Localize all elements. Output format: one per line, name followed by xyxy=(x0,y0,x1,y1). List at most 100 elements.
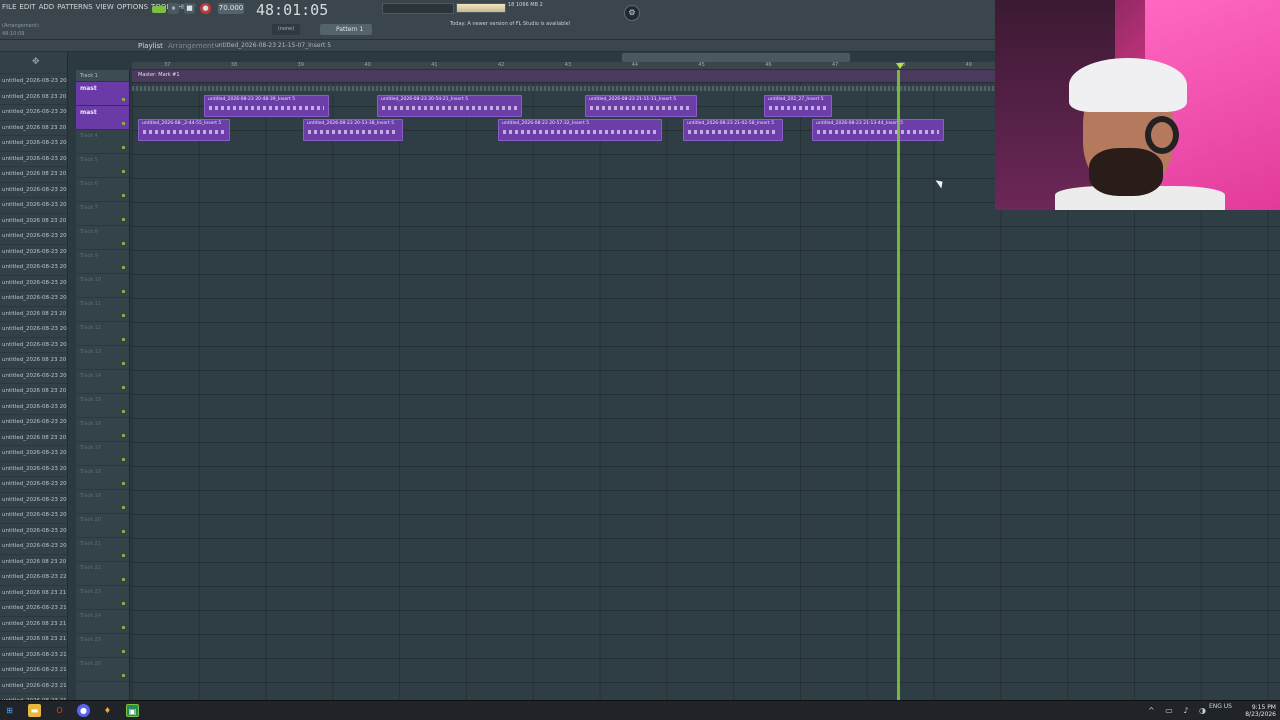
timeline-marker-strip[interactable]: Master: Mark #1 xyxy=(132,70,995,82)
browser-item[interactable]: untitled_2026 08 23 21 xyxy=(0,617,67,632)
track-mute-led[interactable] xyxy=(122,674,125,677)
track-header[interactable]: Track 17 xyxy=(76,442,129,466)
track-header[interactable]: Track 10 xyxy=(76,274,129,298)
song-mode-toggle[interactable] xyxy=(152,6,166,13)
playhead-marker[interactable] xyxy=(896,63,904,69)
track-header[interactable]: Track 7 xyxy=(76,202,129,226)
browser-item[interactable]: untitled_2026-08-23 20- xyxy=(0,229,67,245)
track-header[interactable]: Track 1 xyxy=(76,70,129,82)
browser-item[interactable]: untitled_2026 08 23 20 xyxy=(0,90,67,105)
browser-item[interactable]: untitled_2026-08-23 20- xyxy=(0,369,67,384)
track-mute-led[interactable] xyxy=(122,170,125,173)
browser-item[interactable]: untitled_2026-08-23 20- xyxy=(0,136,67,152)
play-button[interactable]: ⏸ xyxy=(168,3,179,14)
pattern-selector[interactable]: Pattern 1 xyxy=(320,24,372,35)
browser-item[interactable]: untitled_2026-08-23 20- xyxy=(0,291,67,307)
browser-item[interactable]: untitled_2026-08-23 20- xyxy=(0,152,67,167)
track-header[interactable]: mast xyxy=(76,106,129,130)
track-header[interactable]: Track 26 xyxy=(76,658,129,682)
browser-item[interactable]: untitled_2026-08-23 20- xyxy=(0,446,67,462)
browser-item[interactable]: untitled_2026-08-23 21- xyxy=(0,663,67,679)
track-header[interactable]: Track 12 xyxy=(76,322,129,346)
track-header[interactable]: Track 9 xyxy=(76,250,129,274)
track-header[interactable]: Track 16 xyxy=(76,418,129,442)
browser-item[interactable]: untitled_2026 08 23 20 xyxy=(0,121,67,136)
browser-item[interactable]: untitled_2026-08-23 20- xyxy=(0,524,67,539)
browser-item[interactable]: untitled_2026-08-23 20- xyxy=(0,539,67,555)
audio-clip[interactable]: untitled_2026-08-23 21-02-58_Insert 5 xyxy=(683,119,783,141)
track-header[interactable]: Track 5 xyxy=(76,154,129,178)
steam-icon[interactable]: ⚙ xyxy=(624,5,640,21)
horizontal-scrollbar[interactable] xyxy=(622,53,850,62)
track-mute-led[interactable] xyxy=(122,290,125,293)
track-header[interactable]: Track 22 xyxy=(76,562,129,586)
browser-item[interactable]: untitled_2026-08-23 20- xyxy=(0,198,67,214)
browser-item[interactable]: untitled_2026-08-23 21- xyxy=(0,679,67,694)
track-header[interactable]: Track 20 xyxy=(76,514,129,538)
taskbar-clock[interactable]: 9:15 PM 8/23/2026 xyxy=(1245,704,1276,718)
track-header[interactable]: mast xyxy=(76,82,129,106)
track-mute-led[interactable] xyxy=(122,266,125,269)
menu-patterns[interactable]: PATTERNS xyxy=(57,3,92,11)
track-mute-led[interactable] xyxy=(122,194,125,197)
track-mute-led[interactable] xyxy=(122,626,125,629)
track-mute-led[interactable] xyxy=(122,458,125,461)
browser-item[interactable]: untitled_2026-08-23 20- xyxy=(0,338,67,353)
browser-item[interactable]: untitled_2026-08-23 21- xyxy=(0,648,67,663)
audio-clip[interactable]: untitled_2026-08-23 20-54-21_Insert 5 xyxy=(377,95,522,117)
audio-clip[interactable]: untitled_2026-08-23 21-13-44_Insert 5 xyxy=(812,119,944,141)
browser-item[interactable]: untitled_2026-08-23 22- xyxy=(0,570,67,586)
track-mute-led[interactable] xyxy=(122,218,125,221)
menu-file[interactable]: FILE xyxy=(2,3,16,11)
tempo-display[interactable]: 70.000 xyxy=(218,3,244,14)
browser-item[interactable]: untitled_2026 08 23 20 xyxy=(0,167,67,183)
audio-clip[interactable]: untitled_2026-08-23 20-48-39_Insert 5 xyxy=(204,95,329,117)
browser-item[interactable]: untitled_2026-08-23 20- xyxy=(0,260,67,276)
track-header[interactable]: Track 4 xyxy=(76,130,129,154)
track-mute-led[interactable] xyxy=(122,602,125,605)
app-icon[interactable]: ▣ xyxy=(126,704,139,717)
track-header[interactable]: Track 8 xyxy=(76,226,129,250)
browser-item[interactable]: untitled_2026 08 23 20 xyxy=(0,214,67,229)
browser-item[interactable]: untitled_2026-08-23 20- xyxy=(0,105,67,121)
track-mute-led[interactable] xyxy=(122,482,125,485)
move-icon[interactable]: ✥ xyxy=(32,57,40,67)
stop-button[interactable]: ■ xyxy=(184,3,195,14)
snap-selector[interactable]: (none) xyxy=(272,24,300,35)
track-header[interactable]: Track 14 xyxy=(76,370,129,394)
browser-item[interactable]: untitled_2026 08 23 20 xyxy=(0,307,67,322)
browser-item[interactable]: untitled_2026 08 23 21 xyxy=(0,632,67,648)
track-header[interactable]: Track 6 xyxy=(76,178,129,202)
track-header[interactable]: Track 23 xyxy=(76,586,129,610)
menu-view[interactable]: VIEW xyxy=(96,3,114,11)
browser-item[interactable]: untitled_2026 08 23 20 xyxy=(0,555,67,570)
record-button[interactable]: ● xyxy=(200,3,211,14)
track-header[interactable]: Track 18 xyxy=(76,466,129,490)
browser-item[interactable]: untitled_2026-08-23 20- xyxy=(0,74,67,90)
browser-item[interactable]: untitled_2026-08-23 20- xyxy=(0,477,67,493)
track-mute-led[interactable] xyxy=(122,650,125,653)
track-mute-led[interactable] xyxy=(122,146,125,149)
track-header[interactable]: Track 25 xyxy=(76,634,129,658)
time-ruler[interactable]: 37 38 39 40 41 42 43 44 45 46 47 48 49 xyxy=(132,62,995,70)
browser-item[interactable]: untitled_2026-08-23 20- xyxy=(0,322,67,338)
browser-item[interactable]: untitled_2026-08-23 20- xyxy=(0,183,67,198)
track-header[interactable]: Track 11 xyxy=(76,298,129,322)
browser-item[interactable]: untitled_2026-08-23 20- xyxy=(0,462,67,477)
track-header[interactable]: Track 13 xyxy=(76,346,129,370)
browser-item[interactable]: untitled_2026-08-23 20- xyxy=(0,245,67,260)
browser-item[interactable]: untitled_2026-08-23 20- xyxy=(0,508,67,524)
track-header[interactable]: Track 19 xyxy=(76,490,129,514)
track-mute-led[interactable] xyxy=(122,530,125,533)
track-header[interactable]: Track 24 xyxy=(76,610,129,634)
fl-studio-icon[interactable]: ♦ xyxy=(101,704,114,717)
menu-edit[interactable]: EDIT xyxy=(19,3,35,11)
track-mute-led[interactable] xyxy=(122,578,125,581)
audio-clip[interactable]: untitled_202_27_Insert 5 xyxy=(764,95,832,117)
track-mute-led[interactable] xyxy=(122,122,125,125)
track-mute-led[interactable] xyxy=(122,554,125,557)
browser-item[interactable]: untitled_2026-08-23 20- xyxy=(0,276,67,291)
audio-clip[interactable]: untitled_2026-08-23 20-57-32_Insert 5 xyxy=(498,119,662,141)
audio-clip[interactable]: untitled_2026-08-_2-44-55_Insert 5 xyxy=(138,119,230,141)
audio-clip[interactable]: untitled_2026-08-23 20-53-38_Insert 5 xyxy=(303,119,403,141)
